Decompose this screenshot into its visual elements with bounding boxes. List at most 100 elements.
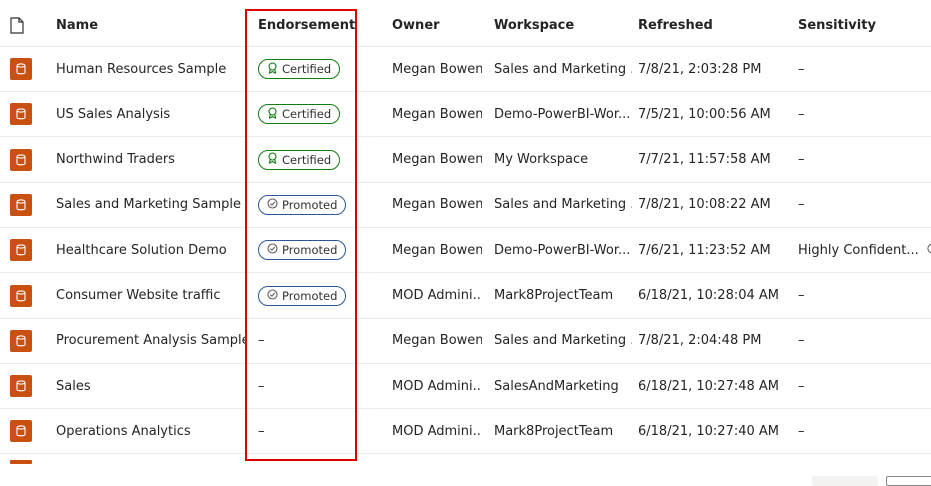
owner-cell: MOD Admini... — [392, 378, 482, 394]
dataset-name-link[interactable]: Procurement Analysis Sample — [56, 319, 246, 363]
table-row[interactable]: Healthcare Solution Demo Promoted Megan Bo… — [0, 228, 931, 274]
table-row[interactable]: Consumer Website traffic Promoted MOD Admi… — [0, 274, 931, 319]
refreshed-cell: 7/8/21, 2:03:28 PM — [638, 61, 762, 77]
dataset-icon — [10, 239, 32, 262]
workspace-cell[interactable]: Mark8ProjectTeam — [494, 409, 632, 453]
table-row[interactable]: Human Resources Sample Certified Megan Bow… — [0, 47, 931, 92]
endorsement-cell: – — [258, 409, 358, 453]
dataset-icon — [10, 375, 32, 398]
sensitivity-cell: – — [798, 92, 931, 136]
sensitivity-cell: – — [798, 364, 931, 408]
owner-cell: Megan Bowen — [392, 197, 482, 213]
dataset-name-link[interactable]: Sales and Marketing Sample P... — [56, 183, 246, 227]
endorsement-label: Promoted — [282, 243, 338, 258]
table-row[interactable]: Procurement Analysis Sample – Megan Bowen S… — [0, 319, 931, 364]
owner-cell: Megan Bowen — [392, 242, 482, 258]
sensitivity-label: – — [798, 378, 805, 394]
dataset-icon — [10, 193, 32, 216]
refreshed-cell: 7/8/21, 10:08:22 AM — [638, 197, 771, 213]
refreshed-cell: 6/18/21, 10:27:48 AM — [638, 378, 780, 394]
workspace-cell[interactable]: Mark8ProjectTeam — [494, 274, 632, 318]
column-header-workspace[interactable]: Workspace — [494, 5, 632, 46]
refreshed-cell: 7/5/21, 10:00:56 AM — [638, 106, 771, 122]
sensitivity-label: – — [798, 197, 805, 213]
sensitivity-cell: – — [798, 47, 931, 91]
dataset-name-link[interactable]: Consumer Website traffic — [56, 274, 246, 318]
file-icon — [10, 5, 32, 46]
endorsement-label: Promoted — [282, 288, 338, 303]
table-header: Name Endorsement Owner Workspace Refresh… — [0, 5, 931, 47]
dataset-name-link[interactable]: Northwind Traders — [56, 138, 246, 182]
workspace-cell[interactable]: Sales and Marketing ... — [494, 319, 632, 363]
dataset-icon — [10, 148, 32, 171]
dataset-icon — [10, 329, 32, 352]
promoted-icon — [267, 198, 282, 212]
refreshed-cell: 6/18/21, 10:27:40 AM — [638, 423, 780, 439]
table-row[interactable]: Sales and Marketing Sample P... Promoted M… — [0, 183, 931, 228]
refreshed-cell: 7/8/21, 2:04:48 PM — [638, 333, 762, 349]
endorsement-cell: Promoted — [258, 228, 358, 272]
dataset-name-link[interactable]: Sales — [56, 364, 246, 408]
promoted-badge: Promoted — [258, 194, 347, 215]
sensitivity-label: – — [798, 423, 805, 439]
endorsement-label: – — [258, 378, 265, 394]
dataset-icon — [10, 420, 32, 443]
endorsement-cell: Promoted — [258, 183, 358, 227]
table-row[interactable]: Sales – MOD Admini... SalesAndMarketing 6/18… — [0, 364, 931, 410]
column-header-sensitivity[interactable]: Sensitivity — [798, 5, 931, 46]
endorsement-cell: – — [258, 319, 358, 363]
dataset-name-link[interactable]: Operations Analytics — [56, 409, 246, 453]
promoted-icon — [267, 243, 282, 257]
refreshed-cell: 7/7/21, 11:57:58 AM — [638, 152, 771, 168]
sensitivity-label: – — [798, 333, 805, 349]
certified-badge: Certified — [258, 149, 341, 170]
promoted-icon — [267, 288, 282, 303]
column-header-refreshed[interactable]: Refreshed — [638, 5, 788, 46]
sensitivity-cell: – — [798, 274, 931, 318]
workspace-cell[interactable]: Demo-PowerBI-Wor... — [494, 228, 632, 272]
sensitivity-label: – — [798, 288, 805, 303]
endorsement-cell: – — [258, 364, 358, 408]
sensitivity-label: – — [798, 106, 805, 122]
dataset-icon — [10, 103, 32, 126]
workspace-cell[interactable]: Sales and Marketing ... — [494, 183, 632, 227]
table-row[interactable]: Northwind Traders Certified Megan Bowen My … — [0, 138, 931, 183]
workspace-cell[interactable]: My Workspace — [494, 138, 632, 182]
workspace-cell[interactable]: Demo-PowerBI-Wor... — [494, 92, 632, 136]
workspace-cell[interactable]: SalesAndMarketing — [494, 364, 632, 408]
owner-cell: Megan Bowen — [392, 152, 482, 168]
certified-badge: Certified — [258, 59, 341, 79]
certified-icon — [267, 107, 282, 122]
endorsement-cell: Certified — [258, 92, 358, 136]
dataset-name-link[interactable]: Human Resources Sample — [56, 47, 246, 91]
column-header-name[interactable]: Name — [56, 5, 246, 46]
column-header-owner[interactable]: Owner — [392, 5, 482, 46]
dataset-name-link[interactable]: Healthcare Solution Demo — [56, 228, 246, 272]
owner-cell: MOD Admini... — [392, 288, 482, 303]
pager-button[interactable] — [886, 476, 931, 486]
sensitivity-label: – — [798, 152, 805, 168]
column-header-endorsement[interactable]: Endorsement — [258, 5, 358, 46]
dataset-name-link[interactable]: US Sales Analysis — [56, 92, 246, 136]
owner-cell: Megan Bowen — [392, 333, 482, 349]
pager-button[interactable] — [812, 476, 878, 486]
endorsement-cell: Certified — [258, 138, 358, 182]
sensitivity-label: – — [798, 61, 805, 77]
endorsement-label: Certified — [282, 107, 332, 122]
refreshed-cell: 7/6/21, 11:23:52 AM — [638, 242, 771, 258]
table-row[interactable]: Operations Analytics – MOD Admini... Mark8P… — [0, 409, 931, 455]
endorsement-cell: Certified — [258, 47, 358, 91]
certified-icon — [267, 61, 282, 77]
refreshed-cell: 6/18/21, 10:28:04 AM — [638, 288, 780, 303]
certified-badge: Certified — [258, 104, 341, 125]
endorsement-label: Certified — [282, 62, 332, 76]
promoted-badge: Promoted — [258, 285, 347, 306]
info-icon[interactable] — [927, 243, 931, 257]
dataset-icon — [10, 460, 32, 464]
owner-cell: Megan Bowen — [392, 61, 482, 77]
dataset-icon — [10, 58, 32, 80]
table-row[interactable]: US Sales Analysis Certified Megan Bowen Dem… — [0, 92, 931, 138]
workspace-cell[interactable]: Sales and Marketing ... — [494, 47, 632, 91]
dataset-icon — [10, 284, 32, 307]
promoted-badge: Promoted — [258, 240, 347, 261]
